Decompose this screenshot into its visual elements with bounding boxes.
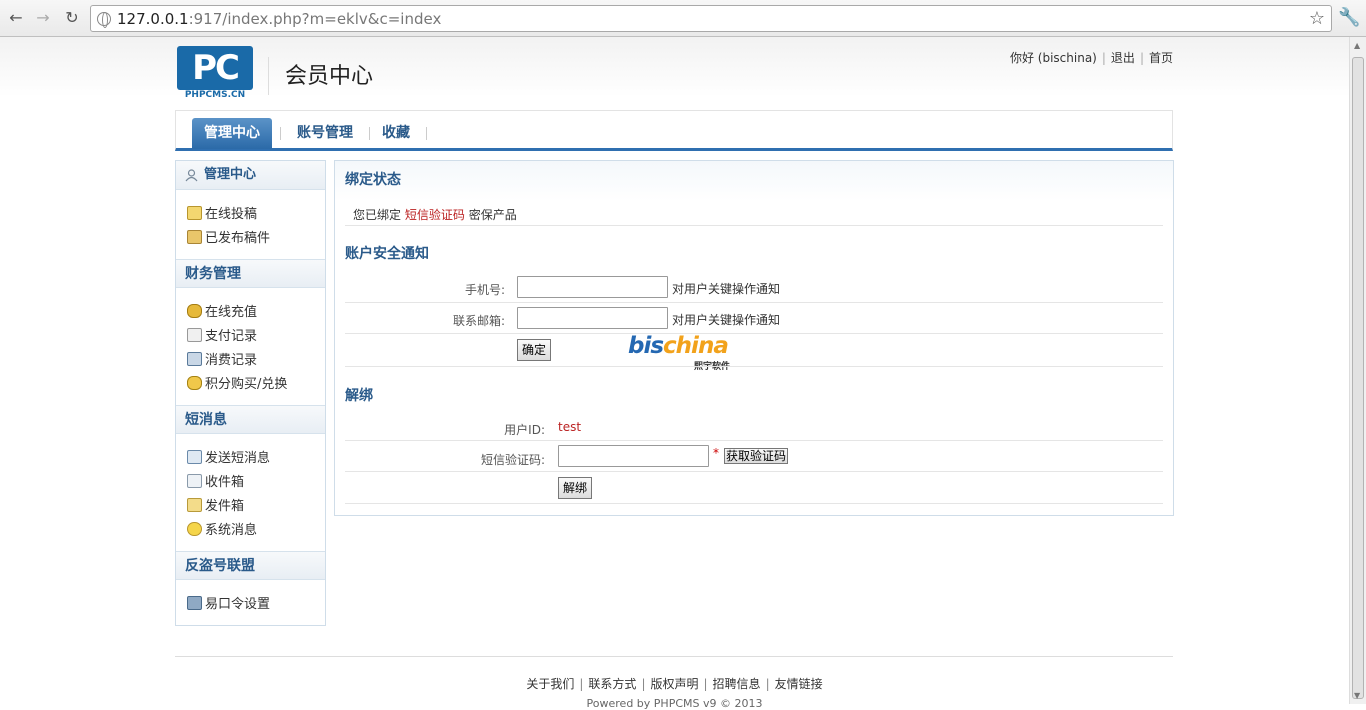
footer-link-about[interactable]: 关于我们 xyxy=(526,677,574,691)
globe-icon xyxy=(97,12,111,28)
tab-divider xyxy=(426,127,427,140)
send-mail-icon xyxy=(187,450,202,464)
tab-divider xyxy=(369,127,370,140)
phone-input[interactable] xyxy=(517,276,668,298)
unbind-button[interactable]: 解绑 xyxy=(558,477,593,499)
main-tabs: 管理中心 账号管理 收藏 xyxy=(175,110,1173,151)
bind-status-title: 绑定状态 xyxy=(345,172,401,188)
userid-label: 用户ID: xyxy=(504,423,545,437)
sms-code-label: 短信验证码: xyxy=(480,453,545,467)
sidebar-section-messages: 短消息 xyxy=(176,405,325,434)
get-code-button[interactable]: 获取验证码 xyxy=(724,448,789,464)
document-icon xyxy=(187,230,202,244)
footer-link-friends[interactable]: 友情链接 xyxy=(775,677,823,691)
page-scrollbar[interactable]: ▲ ▼ xyxy=(1349,37,1366,704)
coins-icon xyxy=(187,304,202,318)
sidebar-item-inbox[interactable]: 收件箱 xyxy=(187,474,244,492)
sidebar: 管理中心 在线投稿 已发布稿件 财务管理 在线充值 支付记录 消费记录 积分购买… xyxy=(175,160,326,626)
sidebar-item-points[interactable]: 积分购买/兑换 xyxy=(187,376,287,394)
footer-link-jobs[interactable]: 招聘信息 xyxy=(713,677,761,691)
tab-account[interactable]: 账号管理 xyxy=(297,118,353,149)
divider xyxy=(345,302,1163,303)
bookmark-star-icon[interactable]: ☆ xyxy=(1309,8,1325,29)
sidebar-item-payments[interactable]: 支付记录 xyxy=(187,328,257,346)
tab-dashboard[interactable]: 管理中心 xyxy=(192,118,272,149)
unbind-title: 解绑 xyxy=(345,388,373,404)
home-link[interactable]: 首页 xyxy=(1149,51,1173,65)
email-input[interactable] xyxy=(517,307,668,329)
divider xyxy=(345,366,1163,367)
title-divider xyxy=(268,57,269,95)
divider xyxy=(345,503,1163,504)
sidebar-item-system-messages[interactable]: 系统消息 xyxy=(187,522,257,540)
sidebar-item-published[interactable]: 已发布稿件 xyxy=(187,230,270,248)
bischina-watermark: bischina 熙宇软件 xyxy=(628,333,740,373)
sidebar-item-outbox[interactable]: 发件箱 xyxy=(187,498,244,516)
logo-mark: PC xyxy=(177,46,253,90)
top-links: 你好 (bischina) | 退出 | 首页 xyxy=(1009,51,1173,65)
page: PC PHPCMS.CN 会员中心 你好 (bischina) | 退出 | 首页 管理… xyxy=(0,37,1349,710)
logout-link[interactable]: 退出 xyxy=(1111,51,1135,65)
browser-toolbar: ← → ↻ 127.0.0.1:917/index.php?m=eklv&c=i… xyxy=(0,0,1366,37)
logo[interactable]: PC PHPCMS.CN xyxy=(177,46,253,101)
scroll-up-icon[interactable]: ▲ xyxy=(1354,41,1360,50)
points-icon xyxy=(187,376,202,390)
users-icon xyxy=(185,169,198,182)
sidebar-section-antitheft: 反盗号联盟 xyxy=(176,551,325,580)
computer-icon xyxy=(187,596,202,610)
divider xyxy=(345,440,1163,441)
notify-title: 账户安全通知 xyxy=(345,246,429,262)
outbox-icon xyxy=(187,498,202,512)
footer-link-copyright[interactable]: 版权声明 xyxy=(650,677,698,691)
tab-favorites[interactable]: 收藏 xyxy=(382,118,410,149)
forward-icon[interactable]: → xyxy=(33,8,53,28)
greeting: 你好 (bischina) xyxy=(1009,51,1097,65)
lightbulb-icon xyxy=(187,522,202,536)
main-panel: 绑定状态 您已绑定 短信验证码 密保产品 账户安全通知 手机号: 对用户关键操作… xyxy=(334,160,1174,516)
watermark-text: bischina xyxy=(628,333,729,359)
bind-status-text: 您已绑定 短信验证码 密保产品 xyxy=(353,208,517,222)
sidebar-section-finance: 财务管理 xyxy=(176,259,325,288)
divider xyxy=(345,225,1163,226)
footer-link-contact[interactable]: 联系方式 xyxy=(588,677,636,691)
email-note: 对用户关键操作通知 xyxy=(672,313,781,327)
sidebar-item-submit[interactable]: 在线投稿 xyxy=(187,206,257,224)
sidebar-section-dashboard: 管理中心 xyxy=(176,161,325,190)
inbox-icon xyxy=(187,474,202,488)
sidebar-section-title: 管理中心 xyxy=(204,167,257,182)
sidebar-item-send-message[interactable]: 发送短消息 xyxy=(187,450,270,468)
edit-icon xyxy=(187,206,202,220)
logo-sub: PHPCMS.CN xyxy=(184,90,246,100)
email-label: 联系邮箱: xyxy=(452,314,505,328)
url-text: 127.0.0.1:917/index.php?m=eklv&c=index xyxy=(117,10,442,28)
sidebar-item-recharge[interactable]: 在线充值 xyxy=(187,304,257,322)
divider xyxy=(345,471,1163,472)
reload-icon[interactable]: ↻ xyxy=(62,8,82,28)
scroll-thumb[interactable] xyxy=(1352,57,1364,699)
address-bar[interactable]: 127.0.0.1:917/index.php?m=eklv&c=index ☆ xyxy=(90,5,1332,32)
sidebar-item-expenses[interactable]: 消费记录 xyxy=(187,352,257,370)
bound-product: 短信验证码 xyxy=(404,208,465,222)
page-title: 会员中心 xyxy=(285,64,374,89)
userid-value: test xyxy=(558,420,582,434)
sidebar-item-token-settings[interactable]: 易口令设置 xyxy=(187,596,270,614)
receipt-icon xyxy=(187,328,202,342)
tab-divider xyxy=(280,127,281,140)
footer-links: 关于我们 | 联系方式 | 版权声明 | 招聘信息 | 友情链接 xyxy=(526,677,823,691)
footer-divider xyxy=(175,656,1173,657)
confirm-button[interactable]: 确定 xyxy=(517,339,552,361)
back-icon[interactable]: ← xyxy=(6,8,26,28)
divider xyxy=(345,333,1163,334)
required-mark: * xyxy=(713,446,719,460)
scroll-down-icon[interactable]: ▼ xyxy=(1354,691,1360,700)
wrench-icon[interactable]: 🔧 xyxy=(1338,7,1360,28)
sms-code-input[interactable] xyxy=(558,445,709,467)
table-icon xyxy=(187,352,202,366)
phone-note: 对用户关键操作通知 xyxy=(672,282,781,296)
phone-label: 手机号: xyxy=(464,283,505,297)
